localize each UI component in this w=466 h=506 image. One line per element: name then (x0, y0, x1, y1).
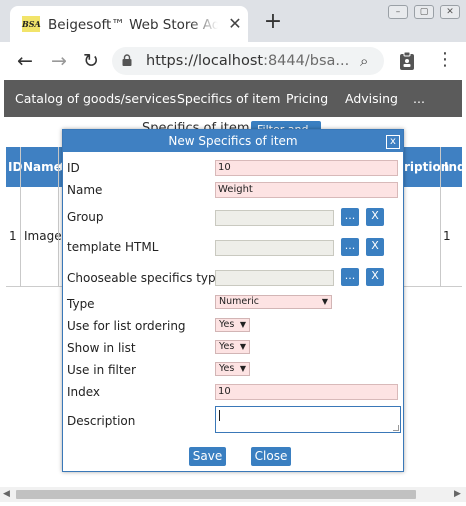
new-specifics-dialog: New Specifics of item x ID 10 Name Weigh… (62, 129, 404, 472)
zoom-icon[interactable]: ⌕ (360, 52, 378, 70)
column-divider (20, 147, 21, 287)
chevron-down-icon: ▼ (321, 297, 328, 306)
forward-icon[interactable]: → (48, 50, 70, 72)
group-clear-button[interactable]: X (366, 208, 384, 226)
favicon-icon: BSA (22, 16, 41, 32)
tab-title: Beigesoft™ Web Store Adm (48, 16, 218, 34)
chooseable-clear-button[interactable]: X (366, 268, 384, 286)
dialog-title: New Specifics of item (168, 134, 298, 148)
scroll-left-icon[interactable]: ◀ (3, 489, 10, 499)
col-index[interactable]: Inde (444, 147, 466, 187)
id-label: ID (67, 161, 80, 175)
nav-specifics[interactable]: Specifics of item (177, 80, 280, 117)
reload-icon[interactable]: ↻ (80, 50, 102, 72)
nav-advising[interactable]: Advising (345, 80, 398, 117)
chevron-down-icon: ▼ (239, 342, 246, 351)
ordering-select-value: Yes (219, 319, 235, 330)
scrollbar-thumb[interactable] (16, 490, 416, 499)
maximize-icon[interactable]: ▢ (414, 5, 434, 19)
nav-pricing[interactable]: Pricing (286, 80, 328, 117)
template-clear-button[interactable]: X (366, 238, 384, 256)
chooseable-label: Chooseable specifics type (67, 271, 224, 285)
save-button[interactable]: Save (189, 447, 226, 466)
ordering-label: Use for list ordering (67, 319, 186, 333)
filter-select-value: Yes (219, 363, 235, 374)
address-bar[interactable]: https://localhost:8444/bsa... ⌕ (112, 47, 384, 75)
column-divider (440, 147, 441, 287)
filter-select[interactable]: Yes ▼ (215, 362, 250, 376)
group-pick-button[interactable]: ... (341, 208, 359, 226)
minimize-icon[interactable]: – (388, 5, 408, 19)
ordering-select[interactable]: Yes ▼ (215, 318, 250, 332)
nav-catalog[interactable]: Catalog of goods/services (15, 80, 176, 117)
lock-icon (122, 54, 132, 66)
window-close-icon[interactable]: ✕ (440, 5, 460, 19)
showlist-label: Show in list (67, 341, 136, 355)
url-host: https://localhost (146, 53, 264, 69)
cell-name: Image (24, 229, 62, 243)
nav-more[interactable]: ... (413, 80, 425, 117)
index-label: Index (67, 385, 101, 399)
chevron-down-icon: ▼ (239, 364, 246, 373)
description-field[interactable] (215, 406, 401, 433)
scroll-right-icon[interactable]: ▶ (454, 489, 461, 499)
type-label: Type (67, 297, 95, 311)
template-pick-button[interactable]: ... (341, 238, 359, 256)
browser-tab-strip: BSA Beigesoft™ Web Store Adm ✕ + – ▢ ✕ (0, 0, 466, 42)
type-select-value: Numeric (219, 296, 259, 307)
group-label: Group (67, 210, 104, 224)
browser-tab[interactable]: BSA Beigesoft™ Web Store Adm ✕ (10, 6, 248, 42)
template-label: template HTML (67, 240, 159, 254)
cell-id: 1 (9, 229, 17, 243)
chevron-down-icon: ▼ (239, 320, 246, 329)
dialog-header: New Specifics of item x (63, 130, 403, 152)
showlist-select[interactable]: Yes ▼ (215, 340, 250, 354)
browser-toolbar: ← → ↻ https://localhost:8444/bsa... ⌕ ⋮ (0, 42, 466, 80)
horizontal-scrollbar[interactable]: ◀ ▶ (0, 487, 466, 502)
cell-index: 1 (443, 229, 451, 243)
filter-use-label: Use in filter (67, 363, 136, 377)
index-field[interactable]: 10 (215, 384, 398, 400)
app-nav-bar: Catalog of goods/services Specifics of i… (4, 80, 462, 117)
template-field[interactable] (215, 240, 334, 256)
type-select[interactable]: Numeric ▼ (215, 295, 332, 309)
group-field[interactable] (215, 210, 334, 226)
col-name[interactable]: Name (23, 147, 62, 187)
column-divider (58, 147, 59, 287)
url-text: https://localhost:8444/bsa... (146, 52, 356, 70)
resize-grip-icon[interactable] (393, 425, 399, 431)
dialog-close-icon[interactable]: x (386, 135, 400, 149)
tab-close-icon[interactable]: ✕ (226, 15, 244, 33)
col-description[interactable]: ription (404, 147, 449, 187)
name-field[interactable]: Weight (215, 182, 398, 198)
text-caret (219, 410, 220, 421)
clipboard-icon[interactable] (398, 51, 416, 71)
description-label: Description (67, 414, 136, 428)
back-icon[interactable]: ← (14, 50, 36, 72)
url-path: :8444/bsa... (263, 53, 350, 69)
id-field[interactable]: 10 (215, 160, 398, 176)
chooseable-pick-button[interactable]: ... (341, 268, 359, 286)
close-button[interactable]: Close (251, 447, 291, 466)
chooseable-field[interactable] (215, 270, 334, 286)
name-label: Name (67, 183, 103, 197)
showlist-select-value: Yes (219, 341, 235, 352)
browser-menu-icon[interactable]: ⋮ (436, 50, 454, 72)
new-tab-icon[interactable]: + (262, 11, 284, 34)
